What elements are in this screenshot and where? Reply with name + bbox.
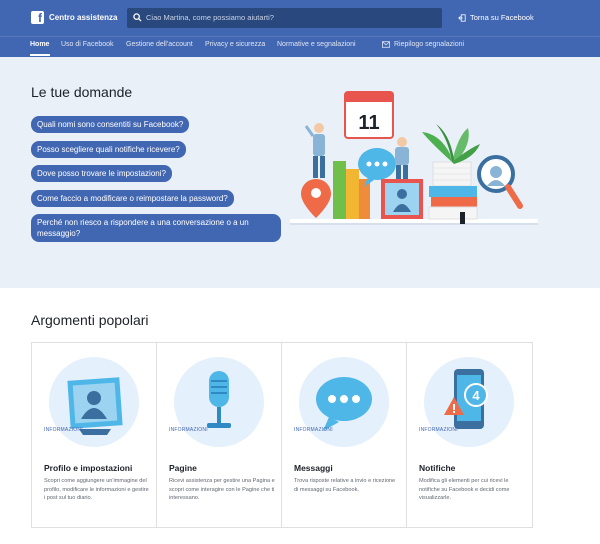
question-button[interactable]: Posso scegliere quali notifiche ricevere… — [31, 141, 186, 158]
search-box[interactable]: Ciao Martina, come possiamo aiutarti? — [127, 8, 442, 28]
question-button[interactable]: Perché non riesco a rispondere a una con… — [31, 214, 281, 242]
card-category: INFORMAZIONI — [419, 427, 458, 433]
nav-account-management[interactable]: Gestione dell'account — [126, 41, 193, 48]
report-summary-label: Riepilogo segnalazioni — [394, 41, 465, 48]
sub-navigation: Home Uso di Facebook Gestione dell'accou… — [0, 36, 600, 57]
topic-card-messages[interactable]: INFORMAZIONI Messaggi Trova risposte rel… — [282, 343, 407, 527]
card-title[interactable]: Pagine — [169, 463, 197, 473]
hero-section: Le tue domande Quali nomi sono consentit… — [0, 57, 600, 288]
profile-frame-icon — [67, 377, 123, 435]
question-button[interactable]: Dove posso trovare le impostazioni? — [31, 165, 172, 182]
question-button[interactable]: Quali nomi sono consentiti su Facebook? — [31, 116, 190, 133]
search-input[interactable]: Ciao Martina, come possiamo aiutarti? — [146, 13, 274, 22]
calendar-icon: 11 — [358, 112, 379, 134]
card-description: Ricevi assistenza per gestire una Pagina… — [169, 478, 275, 501]
topic-card-pages[interactable]: INFORMAZIONI Pagine Ricevi assistenza pe… — [157, 343, 282, 527]
topic-card-profile[interactable]: INFORMAZIONI Profilo e impostazioni Scop… — [32, 343, 157, 527]
popular-topics-grid: INFORMAZIONI Profilo e impostazioni Scop… — [31, 342, 533, 528]
card-description: Modifica gli elementi per cui ricevi le … — [419, 478, 510, 501]
report-summary-link[interactable]: Riepilogo segnalazioni — [382, 41, 464, 48]
report-icon — [382, 41, 390, 48]
nav-privacy-security[interactable]: Privacy e sicurezza — [205, 41, 265, 48]
card-title[interactable]: Notifiche — [419, 463, 455, 473]
nav-policies-reporting[interactable]: Normative e segnalazioni — [277, 41, 356, 48]
back-to-facebook-link[interactable]: Torna su Facebook — [458, 13, 534, 22]
chat-bubble-icon — [316, 377, 372, 431]
back-link-label: Torna su Facebook — [470, 13, 534, 22]
card-category: INFORMAZIONI — [169, 427, 208, 433]
facebook-logo-icon[interactable]: f — [31, 11, 44, 24]
card-category: INFORMAZIONI — [44, 427, 83, 433]
active-tab-indicator — [30, 54, 50, 56]
topic-card-notifications[interactable]: 4 INFORMAZIONI Notifiche Modifica gli el… — [407, 343, 532, 527]
question-button[interactable]: Come faccio a modificare o reimpostare l… — [31, 190, 234, 207]
nav-home[interactable]: Home — [30, 41, 49, 48]
search-icon — [133, 13, 142, 22]
card-title[interactable]: Messaggi — [294, 463, 333, 473]
microphone-icon — [207, 371, 231, 428]
card-title[interactable]: Profilo e impostazioni — [44, 463, 132, 473]
your-questions-title: Le tue domande — [31, 84, 133, 100]
popular-topics-title: Argomenti popolari — [31, 312, 149, 328]
svg-text:4: 4 — [472, 388, 480, 403]
nav-using-facebook[interactable]: Uso di Facebook — [61, 41, 114, 48]
card-description: Scopri come aggiungere un'immagine del p… — [44, 478, 149, 501]
back-icon — [458, 13, 466, 22]
help-illustration: 11 — [290, 91, 538, 225]
card-description: Trova risposte relative a invio e ricezi… — [294, 478, 396, 493]
phone-notification-icon: 4 — [444, 369, 488, 429]
card-category: INFORMAZIONI — [294, 427, 333, 433]
help-center-title[interactable]: Centro assistenza — [49, 13, 117, 22]
top-bar: f Centro assistenza Ciao Martina, come p… — [0, 0, 600, 36]
